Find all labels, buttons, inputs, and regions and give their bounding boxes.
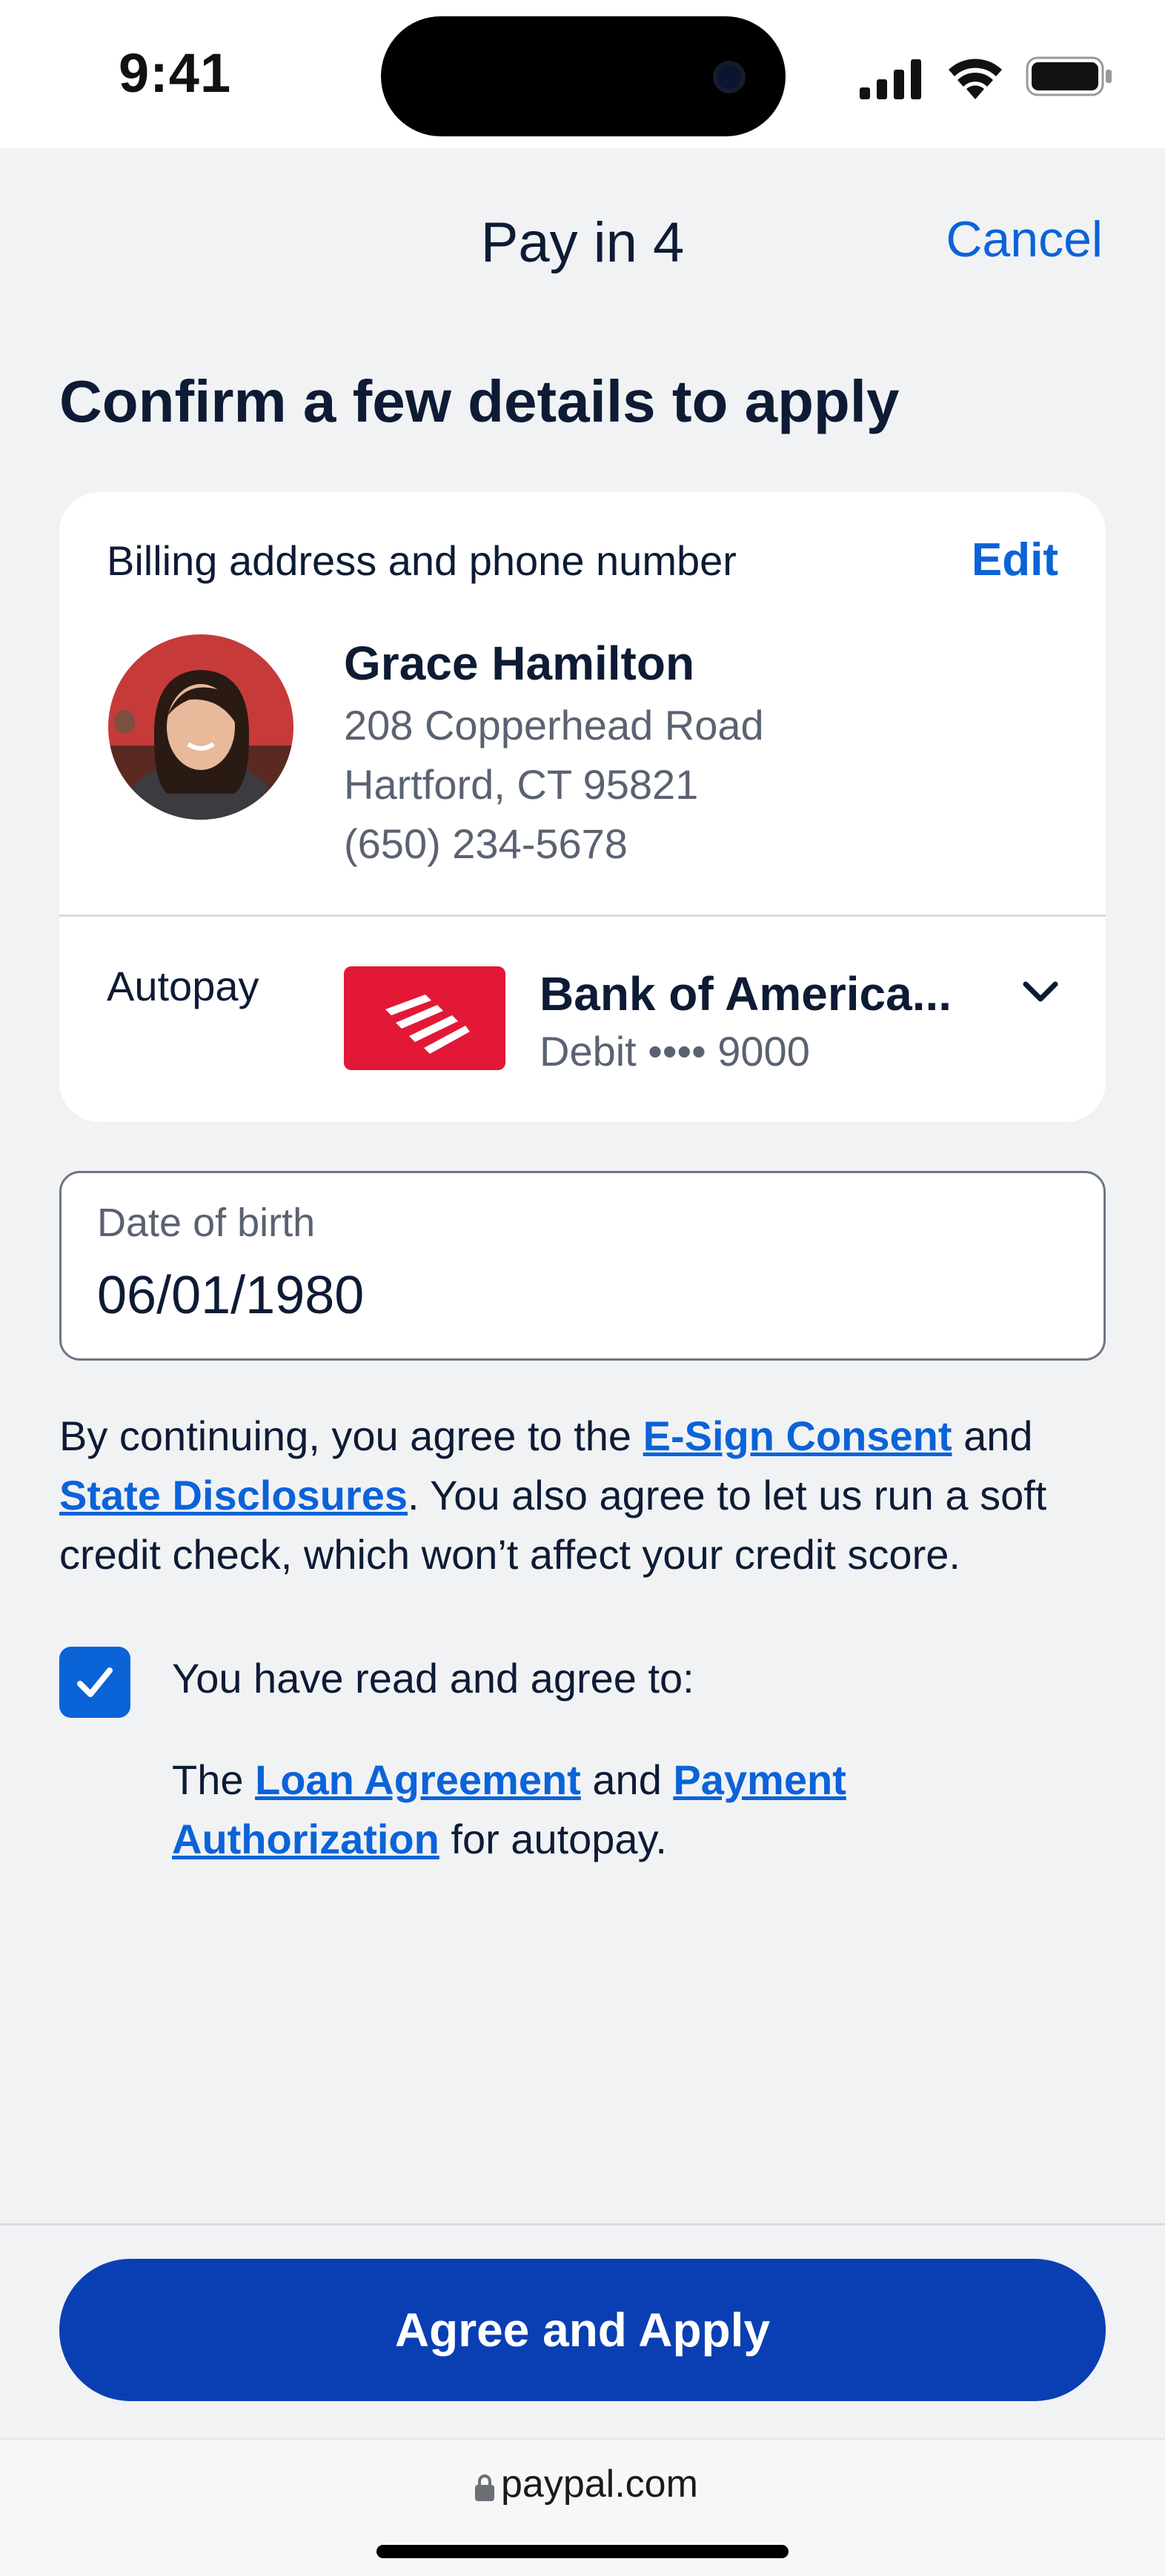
date-of-birth-label: Date of birth [97,1201,316,1245]
bottom-divider [0,2223,1165,2225]
agreement-checkbox[interactable] [59,1647,130,1718]
contact-name: Grace Hamilton [344,637,695,690]
address-line-2: Hartford, CT 95821 [344,761,699,808]
agreement-text-part: and [580,1756,674,1803]
date-of-birth-field[interactable]: Date of birth [59,1171,1106,1361]
cancel-button[interactable]: Cancel [946,210,1103,268]
consent-text-part: and [952,1413,1033,1459]
bank-name[interactable]: Bank of America... [540,966,952,1021]
bank-account-detail: Debit •••• 9000 [540,1028,810,1075]
date-of-birth-input[interactable] [97,1265,986,1326]
bank-logo-icon [344,966,505,1070]
billing-card: Billing address and phone number Edit Gr… [59,492,1106,1122]
page-heading: Confirm a few details to apply [59,368,900,434]
agreement-text-part: for autopay. [439,1816,667,1862]
lock-icon [475,2474,494,2501]
agreement-detail: The Loan Agreement and Payment Authoriza… [172,1750,957,1869]
agreement-text-part: The [172,1756,256,1803]
state-disclosures-link[interactable]: State Disclosures [59,1472,408,1518]
wifi-icon [949,59,1002,99]
esign-consent-link[interactable]: E-Sign Consent [643,1413,952,1459]
agreement-label: You have read and agree to: [172,1655,694,1702]
billing-section-label: Billing address and phone number [107,537,737,584]
status-time: 9:41 [119,42,232,104]
signal-icon [860,59,921,99]
autopay-label: Autopay [107,963,259,1009]
loan-agreement-link[interactable]: Loan Agreement [255,1756,581,1803]
address-line-1: 208 Copperhead Road [344,702,764,748]
phone-number: (650) 234-5678 [344,820,628,867]
battery-icon [1026,56,1112,96]
chevron-down-icon[interactable] [1020,977,1061,1006]
browser-url-bar[interactable]: paypal.com [0,2438,1165,2576]
camera-icon [713,61,746,93]
avatar [108,634,293,820]
url-text: paypal.com [501,2463,698,2506]
consent-text-part: By continuing, you agree to the [59,1413,643,1459]
consent-text: By continuing, you agree to the E-Sign C… [59,1407,1112,1584]
home-indicator[interactable] [376,2545,789,2558]
dynamic-island [381,16,786,136]
edit-billing-button[interactable]: Edit [972,534,1058,586]
checkmark-icon [77,1667,113,1697]
agree-and-apply-button[interactable]: Agree and Apply [59,2259,1106,2401]
status-bar: 9:41 [0,0,1165,148]
card-divider [59,914,1106,917]
